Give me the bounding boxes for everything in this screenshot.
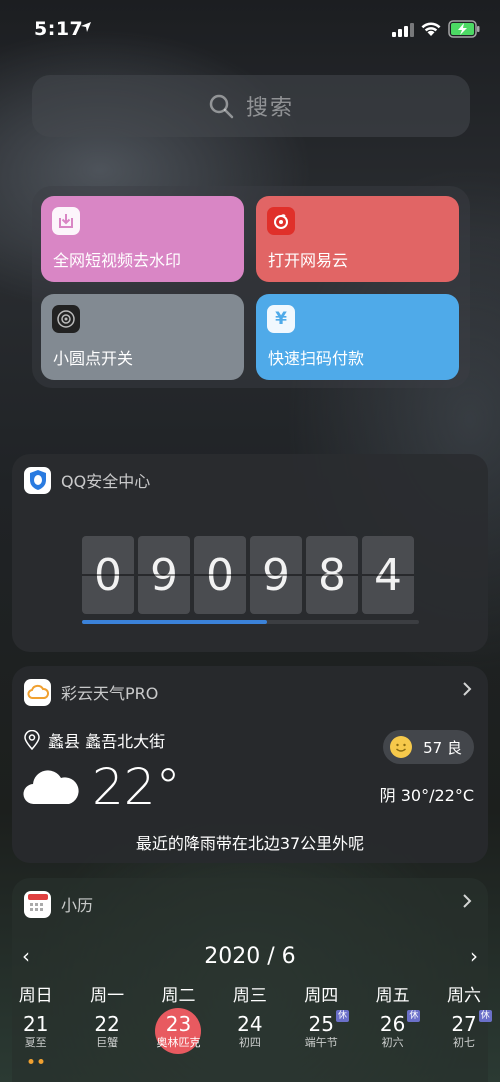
shortcut-label: 全网短视频去水印 [53, 251, 182, 270]
day-subtitle: 初六 [381, 1036, 404, 1049]
code-digit: 9 [138, 536, 190, 614]
battery-charging-icon [448, 20, 480, 38]
day-number: 23 [165, 1012, 192, 1036]
code-digit: 9 [250, 536, 302, 614]
status-time: 5:17 [34, 18, 84, 40]
download-icon [52, 207, 80, 235]
day-subtitle: 奥林匹克 [156, 1036, 201, 1049]
weekday-label: 周二 [161, 986, 196, 1006]
holiday-badge: 休 [478, 1010, 492, 1022]
settings-icon [52, 305, 80, 333]
holiday-badge: 休 [407, 1010, 421, 1022]
shortcut-label: 小圆点开关 [53, 349, 134, 368]
search-icon [209, 94, 234, 119]
shortcuts-widget: 全网短视频去水印 打开网易云 小圆点开关 ¥ 快速扫码付款 [32, 186, 470, 388]
code-digit: 8 [306, 536, 358, 614]
qq-security-app-icon [24, 466, 51, 494]
shortcut-label: 快速扫码付款 [268, 349, 365, 368]
calendar-day[interactable]: 休 26 初六 [357, 1010, 428, 1058]
widget-title: QQ安全中心 [61, 472, 151, 491]
location-pin-icon [24, 730, 40, 750]
calendar-day-selected[interactable]: 23 奥林匹克 [143, 1012, 214, 1058]
security-code: 0 9 0 9 8 4 [82, 536, 414, 614]
weekday-label: 周五 [375, 986, 410, 1006]
code-digit: 0 [194, 536, 246, 614]
weekday-label: 周四 [304, 986, 339, 1006]
shortcut-label: 打开网易云 [268, 251, 349, 270]
temperature: 22° [92, 758, 181, 816]
location-text: 蠡县 蠡吾北大街 [48, 732, 166, 751]
smiley-icon [390, 736, 413, 758]
chevron-right-icon[interactable] [460, 680, 474, 698]
yen-icon: ¥ [267, 305, 295, 333]
widget-header: QQ安全中心 [24, 466, 150, 494]
shortcut-remove-watermark[interactable]: 全网短视频去水印 [41, 196, 244, 282]
code-digit: 4 [362, 536, 414, 614]
status-bar: 5:17 [0, 0, 500, 60]
weekday-label: 周日 [18, 986, 53, 1006]
holiday-badge: 休 [335, 1010, 349, 1022]
cellular-signal-icon [392, 23, 414, 37]
weather-widget[interactable]: 彩云天气PRO 蠡县 蠡吾北大街 57 良 22° 阴 30°/22°C 最近的… [12, 666, 488, 863]
widget-header: 彩云天气PRO [24, 678, 158, 706]
week-days: 21 夏至 22 巨蟹 23 奥林匹克 24 初四 休 25 端午节 休 26 … [0, 1010, 500, 1064]
widget-title: 彩云天气PRO [61, 684, 159, 703]
weekday-label: 周六 [447, 986, 482, 1006]
calendar-day[interactable]: 休 25 端午节 [286, 1010, 357, 1058]
day-subtitle: 巨蟹 [96, 1036, 119, 1049]
month-label: 2020 / 6 [204, 944, 296, 969]
netease-music-icon [267, 207, 295, 235]
widget-title: 小历 [61, 896, 94, 915]
search-bar[interactable]: 搜索 [32, 75, 470, 137]
cloud-icon [23, 770, 79, 805]
location-arrow-icon [81, 22, 91, 32]
shortcut-assistive-touch[interactable]: 小圆点开关 [41, 294, 244, 380]
widget-header: 小历 [24, 890, 93, 918]
day-number: 24 [237, 1012, 263, 1036]
search-placeholder: 搜索 [245, 96, 294, 121]
air-quality-badge: 57 良 [383, 730, 474, 764]
shortcut-scan-pay[interactable]: ¥ 快速扫码付款 [256, 294, 459, 380]
caiyun-weather-app-icon [24, 678, 51, 706]
next-month-button[interactable]: › [470, 944, 478, 968]
wifi-icon [421, 22, 441, 36]
code-timer-bar [82, 620, 419, 624]
code-timer-fill [82, 620, 268, 624]
calendar-app-icon [24, 890, 51, 918]
calendar-day[interactable]: 24 初四 [214, 1012, 285, 1058]
month-navigation: ‹ 2020 / 6 › [12, 942, 488, 972]
air-quality-text: 57 良 [423, 738, 462, 757]
weather-condition: 阴 30°/22°C [379, 786, 474, 805]
event-dots [28, 1059, 44, 1064]
day-subtitle: 夏至 [24, 1036, 47, 1049]
shortcut-open-netease[interactable]: 打开网易云 [256, 196, 459, 282]
calendar-widget[interactable]: 小历 ‹ 2020 / 6 › 周日 周一 周二 周三 周四 周五 周六 21 … [12, 878, 492, 1082]
chevron-right-icon[interactable] [460, 892, 474, 910]
calendar-day[interactable]: 休 27 初七 [428, 1010, 499, 1058]
calendar-day[interactable]: 21 夏至 [0, 1012, 71, 1064]
day-number: 21 [22, 1012, 49, 1036]
weekday-label: 周三 [232, 986, 267, 1006]
day-number: 22 [94, 1012, 120, 1036]
location: 蠡县 蠡吾北大街 [24, 728, 165, 752]
rain-forecast: 最近的降雨带在北边37公里外呢 [135, 834, 365, 853]
code-digit: 0 [82, 536, 134, 614]
calendar-day[interactable]: 22 巨蟹 [71, 1012, 142, 1058]
weekday-header: 周日 周一 周二 周三 周四 周五 周六 [0, 981, 500, 1006]
day-subtitle: 初四 [238, 1036, 261, 1049]
day-subtitle: 初七 [453, 1036, 476, 1049]
day-subtitle: 端午节 [304, 1036, 338, 1049]
weekday-label: 周一 [90, 986, 125, 1006]
qq-security-widget[interactable]: QQ安全中心 0 9 0 9 8 4 [12, 454, 488, 652]
